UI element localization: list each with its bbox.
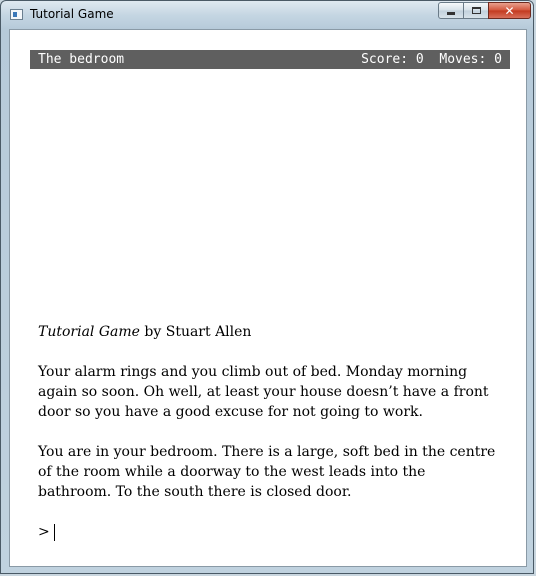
status-bar: The bedroom Score: 0 Moves: 0 (30, 50, 510, 69)
close-icon: ✕ (504, 3, 515, 18)
moves-label: Moves: (439, 52, 487, 67)
maximize-icon (471, 7, 481, 14)
maximize-button[interactable] (463, 2, 489, 19)
text-cursor (53, 523, 55, 541)
moves-value: 0 (494, 52, 502, 67)
status-room-name: The bedroom (38, 52, 125, 67)
story-text: Tutorial Game by Stuart Allen Your alarm… (38, 322, 500, 542)
score-label: Score: (361, 52, 409, 67)
room-description: You are in your bedroom. There is a larg… (38, 444, 496, 500)
title-bar[interactable]: Tutorial Game ✕ (1, 1, 535, 29)
app-icon[interactable] (10, 9, 23, 20)
byline: by Stuart Allen (139, 324, 252, 340)
score-value: 0 (415, 52, 424, 67)
command-line[interactable]: > (38, 522, 500, 542)
minimize-button[interactable] (438, 2, 464, 19)
game-window: Tutorial Game ✕ The bedroom Score: 0 Mov… (0, 0, 534, 574)
minimize-icon (447, 12, 455, 15)
title-line: Tutorial Game by Stuart Allen (38, 322, 500, 342)
status-score-moves: Score: 0 Moves: 0 (361, 50, 502, 69)
game-title: Tutorial Game (38, 324, 140, 340)
command-prompt: > (38, 524, 50, 540)
intro-paragraph: Your alarm rings and you climb out of be… (38, 364, 489, 420)
game-output-area[interactable]: The bedroom Score: 0 Moves: 0 Tutorial G… (9, 29, 527, 567)
close-button[interactable]: ✕ (488, 2, 531, 19)
window-title: Tutorial Game (30, 7, 114, 21)
